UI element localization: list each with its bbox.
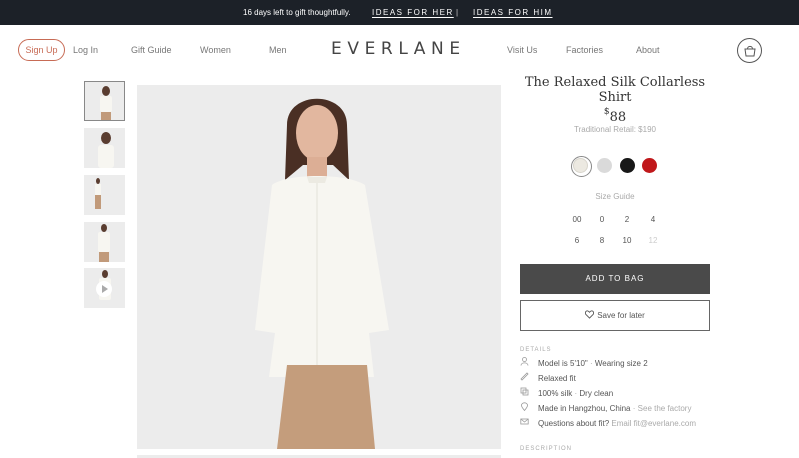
size-guide-link[interactable]: Size Guide: [520, 192, 710, 201]
product-title: The Relaxed Silk Collarless Shirt: [524, 75, 706, 105]
everlane-logo[interactable]: EVERLANE: [331, 39, 466, 59]
ideas-for-her-link[interactable]: IDEAS FOR HER: [372, 8, 454, 17]
size-option-00[interactable]: 00: [566, 215, 588, 224]
detail-origin: Made in Hangzhou, China · See the factor…: [520, 402, 691, 413]
save-for-later-button[interactable]: Save for later: [520, 300, 710, 331]
fit-text: Relaxed fit: [538, 374, 576, 383]
size-option-6[interactable]: 6: [566, 236, 588, 245]
nav-women[interactable]: Women: [200, 45, 231, 55]
shopping-bag-icon: [744, 45, 756, 57]
promo-bar: 16 days left to gift thoughtfully. IDEAS…: [0, 0, 799, 25]
model-size: Wearing size 2: [594, 359, 648, 368]
save-for-later-label: Save for later: [597, 311, 645, 320]
add-to-bag-button[interactable]: ADD TO BAG: [520, 264, 710, 294]
size-option-8[interactable]: 8: [591, 236, 613, 245]
thumbnail-video[interactable]: [84, 268, 125, 308]
see-factory-link[interactable]: See the factory: [638, 404, 692, 413]
size-option-12-unavailable[interactable]: 12: [642, 236, 664, 245]
details-heading: DETAILS: [520, 347, 552, 353]
product-price: $88: [520, 106, 710, 125]
detail-separator: ·: [574, 389, 578, 398]
nav-visit-us[interactable]: Visit Us: [507, 45, 537, 55]
ideas-for-him-link[interactable]: IDEAS FOR HIM: [473, 8, 553, 17]
nav-factories[interactable]: Factories: [566, 45, 603, 55]
nav-men[interactable]: Men: [269, 45, 287, 55]
fit-email-link[interactable]: Email fit@everlane.com: [611, 419, 696, 428]
traditional-retail-price: Traditional Retail: $190: [574, 125, 656, 134]
promo-separator: |: [456, 8, 459, 17]
questions-text: Questions about fit?: [538, 419, 610, 428]
detail-model: Model is 5'10" · Wearing size 2: [520, 357, 648, 368]
size-option-0[interactable]: 0: [591, 215, 613, 224]
model-height: Model is 5'10": [538, 359, 588, 368]
fabric-text: 100% silk: [538, 389, 573, 398]
detail-questions: Questions about fit? Email fit@everlane.…: [520, 417, 696, 428]
origin-text: Made in Hangzhou, China: [538, 404, 631, 413]
size-option-2[interactable]: 2: [616, 215, 638, 224]
description-heading: DESCRIPTION: [520, 446, 573, 452]
detail-separator: ·: [632, 404, 636, 413]
care-text: Dry clean: [579, 389, 614, 398]
detail-separator: ·: [589, 359, 593, 368]
product-main-image: [137, 85, 501, 449]
sign-up-button[interactable]: Sign Up: [18, 39, 65, 61]
thumbnail-walking[interactable]: [84, 175, 125, 215]
thumbnail-side[interactable]: [84, 128, 125, 168]
promo-message: 16 days left to gift thoughtfully.: [243, 8, 351, 17]
play-icon: [96, 281, 112, 297]
color-swatch-black[interactable]: [620, 158, 635, 173]
main-nav: Sign Up Log In Gift Guide Women Men EVER…: [0, 25, 799, 75]
size-option-10[interactable]: 10: [616, 236, 638, 245]
price-amount: 88: [609, 110, 627, 125]
nav-about[interactable]: About: [636, 45, 660, 55]
detail-fabric: 100% silk · Dry clean: [520, 387, 613, 398]
cart-button[interactable]: [737, 38, 762, 63]
thumbnail-front[interactable]: [84, 81, 125, 121]
color-swatch-light-grey[interactable]: [597, 158, 612, 173]
mail-icon: [520, 417, 538, 428]
fabric-icon: [520, 387, 538, 398]
nav-gift-guide[interactable]: Gift Guide: [131, 45, 172, 55]
ruler-icon: [520, 372, 538, 383]
thumbnail-back[interactable]: [84, 222, 125, 262]
heart-icon: [585, 310, 595, 319]
color-swatch-off-white[interactable]: [571, 156, 592, 177]
color-swatch-red[interactable]: [642, 158, 657, 173]
size-option-4[interactable]: 4: [642, 215, 664, 224]
location-pin-icon: [520, 402, 538, 413]
person-icon: [520, 357, 538, 368]
price-currency: $: [603, 107, 610, 117]
detail-fit: Relaxed fit: [520, 372, 576, 383]
log-in-link[interactable]: Log In: [73, 45, 98, 55]
